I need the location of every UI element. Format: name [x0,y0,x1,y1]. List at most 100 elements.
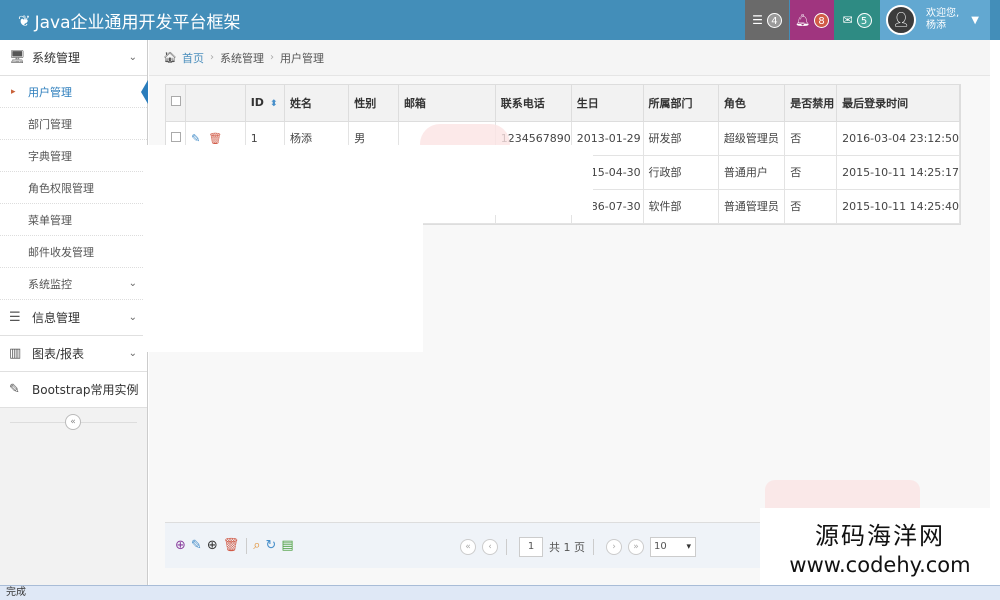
page-input[interactable]: 1 [519,537,543,557]
column-header-name[interactable]: 姓名 [284,85,350,122]
username: 杨添 [926,20,946,31]
bell-icon: 🔔︎ [794,13,811,27]
column-header-gender[interactable]: 性别 [348,85,399,122]
column-header-disabled[interactable]: 是否禁用 [784,85,838,122]
app-title: Java企业通用开发平台框架 [34,13,241,33]
welcome-text: 欢迎您, [926,8,960,19]
cell-disabled: 否 [784,189,838,224]
sidebar-item-monitor[interactable]: 系统监控 ⌄ [0,268,147,300]
column-header-phone[interactable]: 联系电话 [495,85,572,122]
cell-department: 研发部 [643,121,719,156]
divider [246,537,248,554]
sidebar-group-label: 图表/报表 [32,347,85,361]
column-header-last-login[interactable]: 最后登录时间 [836,85,960,122]
column-header-role[interactable]: 角色 [718,85,786,122]
user-menu[interactable]: 👤︎ 欢迎您, 杨添 ▼ [880,0,990,40]
breadcrumb-home[interactable]: 首页 [182,50,204,66]
sidebar-group-info[interactable]: ☰ 信息管理 ⌄ [0,300,147,336]
pagination: « ‹ 1 共 1 页 › » 10 [460,537,696,557]
column-label: ID [250,96,264,110]
actions-header [185,85,246,122]
divider [506,539,507,555]
brand[interactable]: ❦ Java企业通用开发平台框架 [18,8,241,34]
user-info: 欢迎您, 杨添 [926,8,959,32]
watermark-url: www.codehy.com [789,553,971,577]
sidebar-item-label: 菜单管理 [28,213,72,227]
cell-department: 行政部 [643,155,719,190]
prev-page-button[interactable]: ‹ [482,539,498,555]
messages-badge: 5 [856,12,872,28]
cell-last-login: 2015-10-11 14:25:17 [836,155,960,190]
cell-role: 普通用户 [718,155,786,190]
column-header-birthday[interactable]: 生日 [571,85,644,122]
sidebar-item-label: 部门管理 [28,117,72,131]
sidebar-item-users[interactable]: 用户管理 [0,76,148,108]
pencil-icon[interactable]: ✎ [191,132,200,145]
add-icon[interactable]: ⊕ [175,538,186,553]
chevron-down-icon: ⌄ [128,312,137,323]
browser-status-bar: 完成 [0,585,1000,600]
row-checkbox[interactable] [171,131,181,142]
leaf-icon: ❦ [18,11,31,30]
sidebar-item-label: 角色权限管理 [28,181,94,195]
sidebar-item-menus[interactable]: 菜单管理 [0,204,147,236]
sidebar-group-charts[interactable]: ▥ 图表/报表 ⌄ [0,336,147,372]
monitor-icon: 🖥︎ [9,50,26,65]
sidebar-group-bootstrap[interactable]: ✎ Bootstrap常用实例 ⌄ [0,372,147,408]
last-page-button[interactable]: » [628,539,644,555]
sidebar-collapse: « [0,408,147,438]
column-header-department[interactable]: 所属部门 [643,85,719,122]
select-all-checkbox[interactable] [171,96,181,107]
search-icon[interactable]: ⌕ [253,538,260,553]
watermark-title: 源码海洋网 [815,522,945,550]
sidebar-item-departments[interactable]: 部门管理 [0,108,147,140]
export-icon[interactable]: ▤ [281,538,293,553]
list-icon: ☰ [9,310,21,325]
sidebar-item-dictionary[interactable]: 字典管理 [0,140,147,172]
bar-chart-icon: ▥ [9,346,22,361]
zoom-in-icon[interactable]: ⊕ [207,538,218,553]
sidebar-group-label: 系统管理 [32,51,81,65]
column-header-id[interactable]: ID ⬍ [245,85,286,122]
page-size-select[interactable]: 10 [650,537,696,557]
occlusion-box [143,145,593,215]
messages-button[interactable]: ✉ 5 [834,0,880,40]
first-page-button[interactable]: « [460,539,476,555]
cell-disabled: 否 [784,155,838,190]
tasks-icon: ☰ [752,13,763,27]
sidebar-item-label: 用户管理 [28,85,72,99]
refresh-icon[interactable]: ↻ [266,538,277,553]
column-header-email[interactable]: 邮箱 [398,85,496,122]
sidebar-group-label: Bootstrap常用实例 [32,383,139,397]
breadcrumb-section[interactable]: 系统管理 [220,50,264,66]
total-pages-label: 共 1 页 [549,541,585,554]
edit-icon: ✎ [9,382,20,397]
cell-department: 软件部 [643,189,719,224]
select-all-header[interactable] [166,85,187,122]
divider [593,539,594,555]
sidebar-item-label: 邮件收发管理 [28,245,94,259]
sidebar-item-label: 字典管理 [28,149,72,163]
sidebar-item-roles[interactable]: 角色权限管理 [0,172,147,204]
envelope-icon: ✉ [842,13,853,27]
chevron-down-icon: ⌄ [128,52,137,63]
avatar: 👤︎ [886,5,916,35]
notifications-button[interactable]: 🔔︎ 8 [790,0,834,40]
chevron-down-icon: ⌄ [128,278,137,289]
next-page-button[interactable]: › [606,539,622,555]
chevron-down-icon: ⌄ [128,384,137,395]
sidebar-group-system[interactable]: 🖥︎ 系统管理 ⌄ [0,40,147,76]
trash-icon[interactable]: 🗑︎ [223,538,240,553]
breadcrumb-current: 用户管理 [279,51,324,65]
breadcrumb-separator: › [209,52,214,63]
cell-last-login: 2015-10-11 14:25:40 [836,189,960,224]
caret-down-icon: ▼ [971,14,979,26]
cell-role: 普通管理员 [718,189,786,224]
top-navbar: ❦ Java企业通用开发平台框架 ☰ 4 🔔︎ 8 ✉ 5 👤︎ 欢迎您, 杨添… [0,0,1000,40]
table-header: ID ⬍ 姓名 性别 邮箱 联系电话 生日 所属部门 角色 是否禁用 最后登录时间 [166,85,960,122]
trash-icon[interactable]: 🗑︎ [208,132,222,145]
tasks-button[interactable]: ☰ 4 [745,0,789,40]
pencil-icon[interactable]: ✎ [191,538,202,553]
sidebar-item-mail[interactable]: 邮件收发管理 [0,236,147,268]
collapse-sidebar-button[interactable]: « [65,414,81,430]
